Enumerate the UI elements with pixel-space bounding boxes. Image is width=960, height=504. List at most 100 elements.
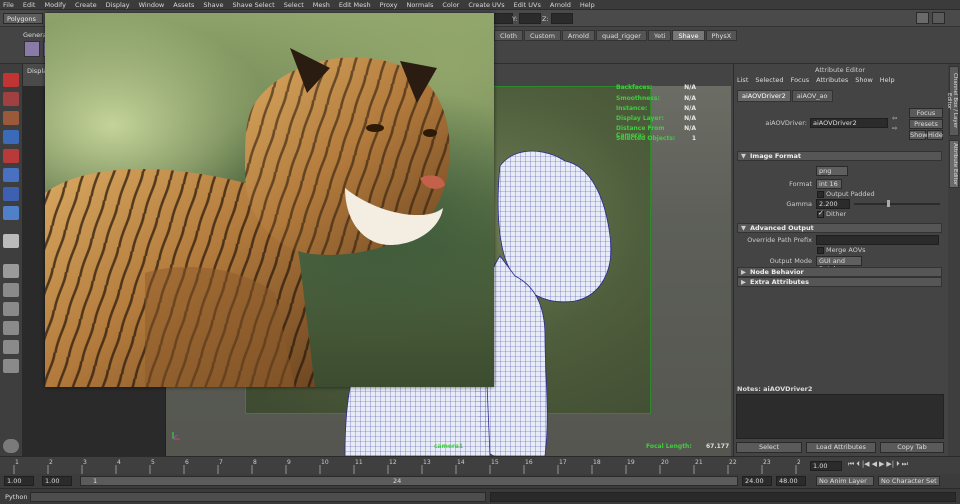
notes-field[interactable] — [736, 394, 944, 439]
soft-mod-icon[interactable] — [3, 206, 19, 220]
layout-four-icon[interactable] — [3, 283, 19, 297]
character-set-dropdown[interactable]: No Character Set — [878, 476, 940, 486]
python-icon[interactable] — [3, 439, 19, 453]
menu-create[interactable]: Create — [75, 1, 97, 9]
section-image-format[interactable]: ▼ Image Format — [737, 151, 942, 161]
load-attributes-button[interactable]: Load Attributes — [806, 442, 876, 453]
menu-create-uvs[interactable]: Create UVs — [468, 1, 504, 9]
play-forward-icon[interactable]: ▶ — [879, 460, 884, 469]
prev-key-icon[interactable]: |◀ — [862, 460, 870, 469]
last-tool-icon[interactable] — [3, 234, 19, 248]
attribute-toggle-icon[interactable] — [932, 12, 945, 24]
step-forward-icon[interactable]: ⏵ — [896, 460, 900, 469]
script-language-label[interactable]: Python — [5, 493, 28, 501]
coord-z[interactable]: Z: — [542, 13, 573, 24]
shelf-tab-physx[interactable]: PhysX — [705, 30, 738, 41]
manipulator-icon[interactable] — [3, 187, 19, 201]
shelf-tab-shave[interactable]: Shave — [672, 30, 705, 41]
ae-menu-list[interactable]: List — [737, 76, 748, 84]
menu-shave[interactable]: Shave — [203, 1, 223, 9]
format-dropdown[interactable]: int 16 — [816, 179, 842, 189]
merge-aovs-checkbox[interactable] — [817, 247, 824, 254]
coord-y[interactable]: Y: — [512, 13, 542, 24]
presets-button[interactable]: Presets — [909, 119, 943, 129]
image-type-dropdown[interactable]: png — [816, 166, 848, 176]
menu-color[interactable]: Color — [442, 1, 459, 9]
menu-edit[interactable]: Edit — [23, 1, 36, 9]
menu-mesh[interactable]: Mesh — [313, 1, 330, 9]
layout-single-icon[interactable] — [3, 264, 19, 278]
output-connection-icon[interactable]: ⇨ — [892, 124, 900, 132]
next-key-icon[interactable]: ▶| — [886, 460, 894, 469]
show-button[interactable]: Show — [909, 130, 928, 140]
playback-start-field[interactable]: 1.00 — [42, 476, 72, 486]
section-extra-attributes[interactable]: ▶ Extra Attributes — [737, 277, 942, 287]
menu-shave-select[interactable]: Shave Select — [232, 1, 274, 9]
section-advanced-output[interactable]: ▼ Advanced Output — [737, 223, 942, 233]
tab-attribute-editor[interactable]: Attribute Editor — [949, 140, 959, 188]
menu-modify[interactable]: Modify — [44, 1, 66, 9]
end-time-field[interactable]: 48.00 — [776, 476, 806, 486]
menu-help[interactable]: Help — [580, 1, 595, 9]
shelf-tab-arnold[interactable]: Arnold — [561, 30, 595, 41]
anim-layer-dropdown[interactable]: No Anim Layer — [816, 476, 874, 486]
select-button[interactable]: Select — [736, 442, 802, 453]
ae-menu-focus[interactable]: Focus — [791, 76, 810, 84]
ae-menu-help[interactable]: Help — [880, 76, 895, 84]
go-end-icon[interactable]: ⏭ — [902, 460, 908, 469]
layout-hypershade-icon[interactable] — [3, 359, 19, 373]
gamma-slider-handle[interactable] — [887, 200, 890, 207]
ae-tab-aiaov-ao[interactable]: aiAOV_ao — [791, 90, 833, 102]
gamma-slider[interactable] — [854, 203, 940, 205]
rotate-tool-icon[interactable] — [3, 149, 19, 163]
shelf-tool-icon[interactable] — [24, 41, 40, 57]
step-back-icon[interactable]: ⏴ — [856, 460, 860, 469]
output-padded-checkbox[interactable] — [817, 191, 824, 198]
ae-menu-attributes[interactable]: Attributes — [816, 76, 848, 84]
node-name-field[interactable]: aiAOVDriver2 — [810, 118, 888, 128]
menu-window[interactable]: Window — [139, 1, 165, 9]
section-node-behavior[interactable]: ▶ Node Behavior — [737, 267, 942, 277]
move-tool-icon[interactable] — [3, 130, 19, 144]
layout-outliner-icon[interactable] — [3, 321, 19, 335]
paint-select-icon[interactable] — [3, 111, 19, 125]
ae-tab-aiaovdriver2[interactable]: aiAOVDriver2 — [737, 90, 791, 102]
select-tool-icon[interactable] — [3, 73, 19, 87]
shelf-tab-custom[interactable]: Custom — [524, 30, 561, 41]
menu-normals[interactable]: Normals — [406, 1, 433, 9]
focus-button[interactable]: Focus — [909, 108, 943, 118]
shelf-tab-quad-rigger[interactable]: quad_rigger — [595, 30, 647, 41]
start-time-field[interactable]: 1.00 — [4, 476, 34, 486]
menu-display[interactable]: Display — [106, 1, 130, 9]
shelf-tab-yeti[interactable]: Yeti — [647, 30, 672, 41]
gamma-field[interactable]: 2.200 — [816, 199, 850, 209]
time-slider[interactable]: 123456789101112131415161718192021222324 … — [0, 456, 960, 474]
menu-edit-uvs[interactable]: Edit UVs — [514, 1, 541, 9]
current-frame-field[interactable]: 1.00 — [810, 461, 842, 471]
lasso-tool-icon[interactable] — [3, 92, 19, 106]
menu-assets[interactable]: Assets — [173, 1, 194, 9]
playback-end-field[interactable]: 24.00 — [742, 476, 772, 486]
dither-checkbox[interactable]: ✓ — [817, 209, 824, 218]
override-path-field[interactable] — [816, 235, 939, 245]
hide-button[interactable]: Hide — [927, 130, 943, 140]
layout-split-icon[interactable] — [3, 302, 19, 316]
menu-file[interactable]: File — [3, 1, 14, 9]
go-start-icon[interactable]: ⏮ — [848, 460, 854, 469]
scale-tool-icon[interactable] — [3, 168, 19, 182]
command-input[interactable] — [30, 492, 486, 502]
menu-set-dropdown[interactable]: Polygons — [3, 13, 43, 24]
ae-menu-show[interactable]: Show — [855, 76, 873, 84]
input-connection-icon[interactable]: ⇦ — [892, 114, 900, 122]
play-back-icon[interactable]: ◀ — [872, 460, 877, 469]
panel-toggle-icon[interactable] — [916, 12, 929, 24]
menu-proxy[interactable]: Proxy — [380, 1, 398, 9]
output-mode-dropdown[interactable]: GUI and Batch — [816, 256, 862, 273]
ae-menu-selected[interactable]: Selected — [755, 76, 783, 84]
copy-tab-button[interactable]: Copy Tab — [880, 442, 944, 453]
tab-channel-box[interactable]: Channel Box / Layer Editor — [946, 66, 959, 136]
menu-select[interactable]: Select — [284, 1, 304, 9]
menu-arnold[interactable]: Arnold — [550, 1, 571, 9]
shelf-tab-cloth[interactable]: Cloth — [494, 30, 523, 41]
layout-graph-icon[interactable] — [3, 340, 19, 354]
